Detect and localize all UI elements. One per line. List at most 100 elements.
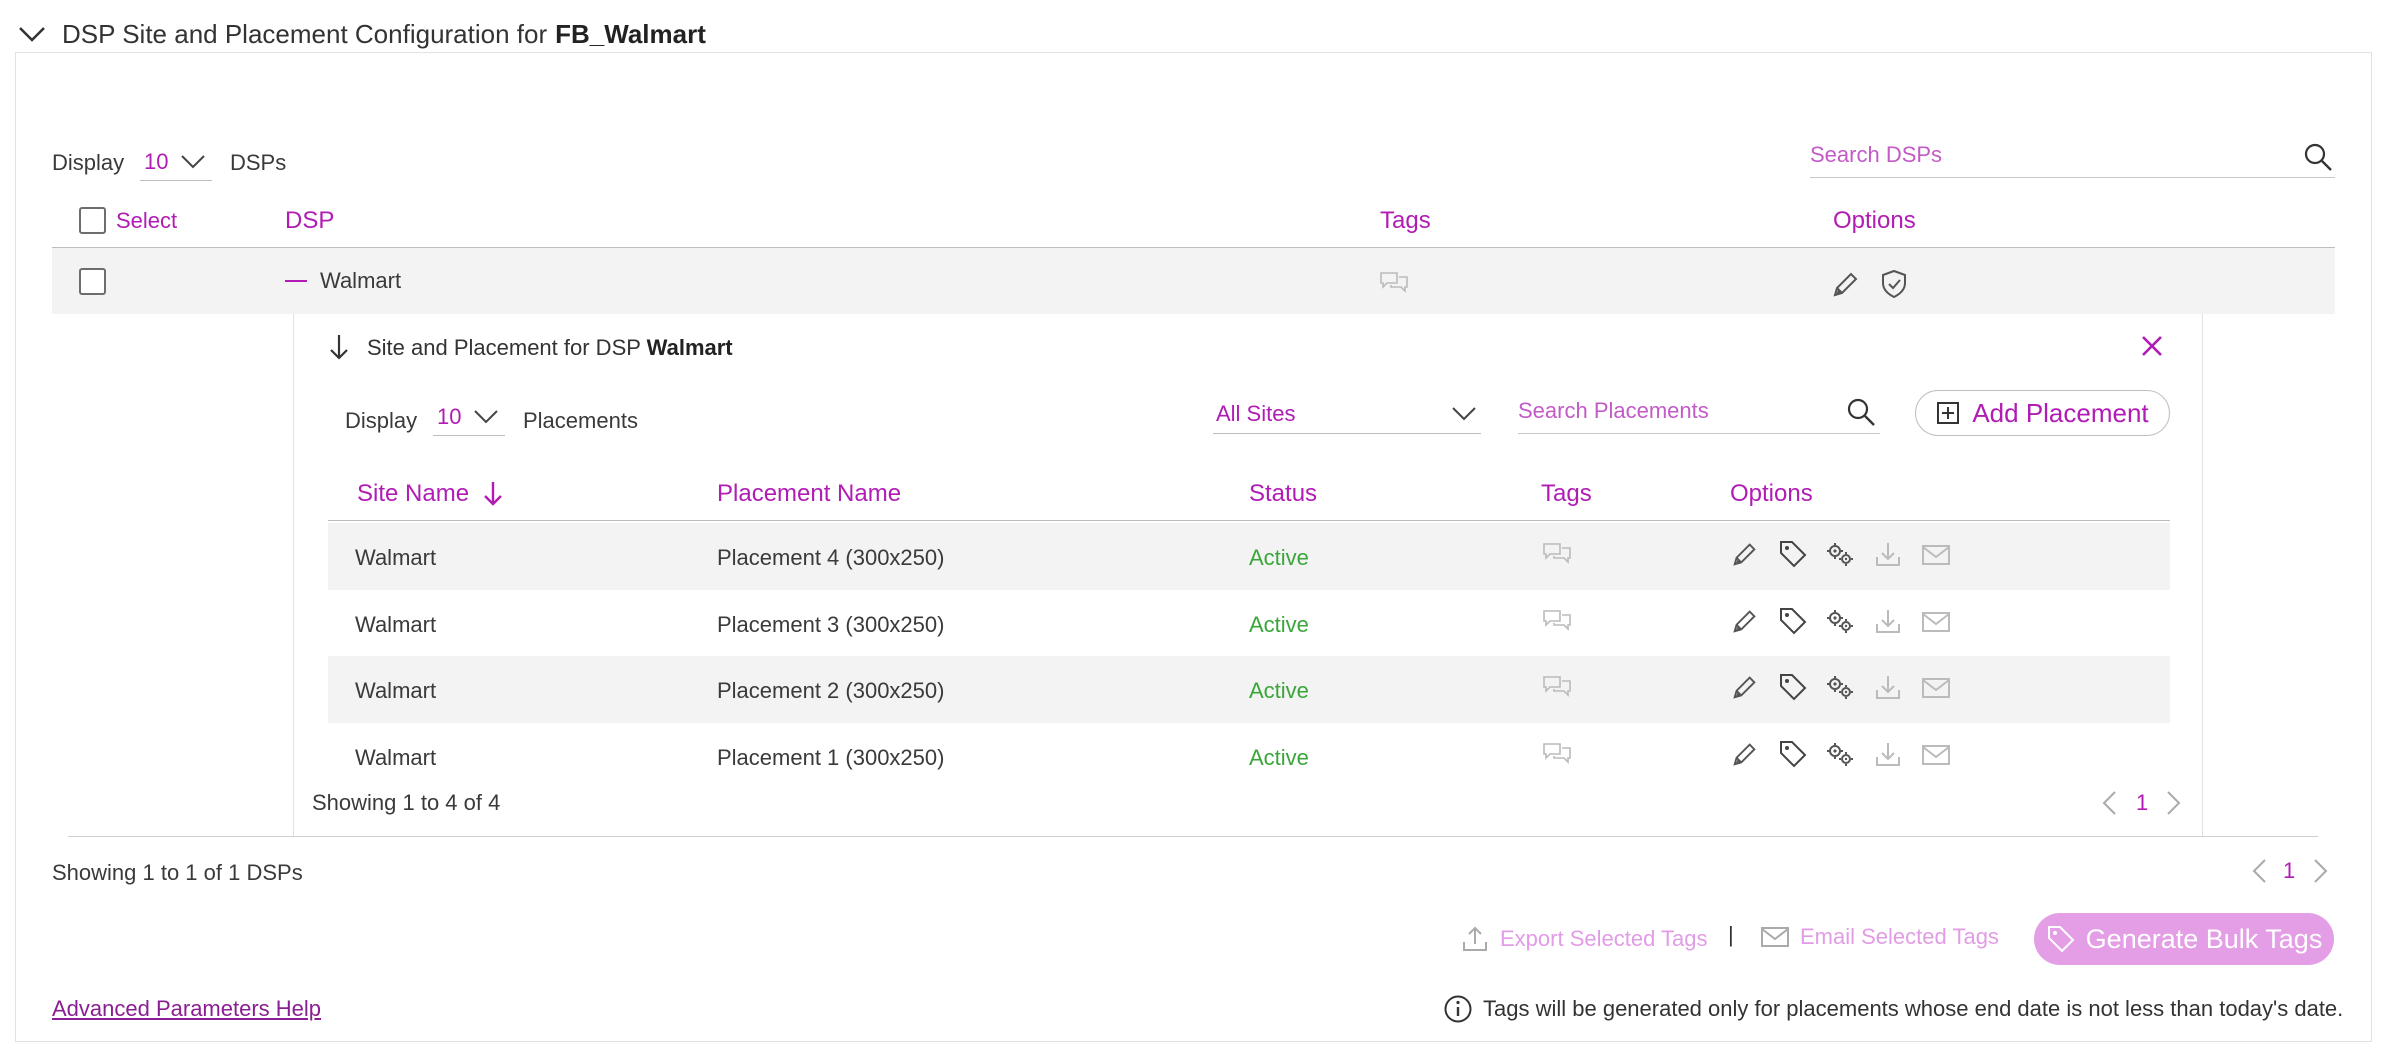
mail-icon[interactable] xyxy=(1921,609,1951,635)
advanced-parameters-help-link[interactable]: Advanced Parameters Help xyxy=(52,996,321,1022)
site-filter-value: All Sites xyxy=(1216,400,1296,426)
dsp-page-size-select[interactable]: 10 xyxy=(140,143,212,181)
mail-icon xyxy=(1760,924,1790,950)
add-placement-button[interactable]: Add Placement xyxy=(1915,390,2170,436)
export-selected-tags-button[interactable]: Export Selected Tags xyxy=(1460,924,1708,954)
tags-comment-icon[interactable] xyxy=(1541,608,1573,636)
placement-name-cell: Placement 4 (300x250) xyxy=(717,545,945,570)
table-row: Walmart Placement 2 (300x250) Active xyxy=(328,656,2170,723)
col-dsp-header[interactable]: DSP xyxy=(285,207,334,235)
info-note: Tags will be generated only for placemen… xyxy=(1443,994,2343,1024)
placements-page-number[interactable]: 1 xyxy=(2136,790,2148,816)
download-icon[interactable] xyxy=(1873,672,1903,702)
placement-name-cell: Placement 3 (300x250) xyxy=(717,611,945,637)
tags-comment-icon[interactable] xyxy=(1541,674,1573,702)
col-placement-tags-header: Tags xyxy=(1541,480,1592,507)
placement-name-cell: Placement 1 (300x250) xyxy=(717,744,945,770)
tags-comment-icon[interactable] xyxy=(1541,541,1573,569)
chevron-down-icon xyxy=(1451,405,1477,423)
export-selected-tags-label: Export Selected Tags xyxy=(1500,926,1708,951)
settings-gears-icon[interactable] xyxy=(1824,739,1856,769)
dsp-display-label: Display xyxy=(52,150,125,175)
table-row: Walmart Placement 3 (300x250) Active xyxy=(328,590,2170,657)
tag-icon[interactable] xyxy=(1778,606,1808,636)
edit-pencil-icon[interactable] xyxy=(1730,606,1760,636)
edit-pencil-icon[interactable] xyxy=(1730,672,1760,702)
edit-pencil-icon[interactable] xyxy=(1830,268,1862,300)
placements-page-size-select[interactable]: 10 xyxy=(433,398,505,436)
download-icon[interactable] xyxy=(1873,539,1903,569)
footer-separator: | xyxy=(1728,922,1734,947)
close-icon[interactable] xyxy=(2140,334,2164,358)
chevron-left-icon[interactable] xyxy=(2250,857,2270,885)
settings-gears-icon[interactable] xyxy=(1824,672,1856,702)
tag-icon[interactable] xyxy=(1778,739,1808,769)
placements-page-size-value: 10 xyxy=(437,403,462,429)
placements-showing-text: Showing 1 to 4 of 4 xyxy=(312,790,501,815)
chevron-right-icon[interactable] xyxy=(2310,857,2330,885)
arrow-down-icon xyxy=(327,332,351,362)
placements-title-bold: Walmart xyxy=(646,335,733,360)
status-cell: Active xyxy=(1249,611,1309,637)
tag-icon[interactable] xyxy=(1778,672,1808,702)
generate-bulk-tags-button[interactable]: Generate Bulk Tags xyxy=(2034,913,2334,965)
placements-header-divider xyxy=(328,520,2170,521)
email-selected-tags-button[interactable]: Email Selected Tags xyxy=(1760,924,1999,950)
row-checkbox[interactable] xyxy=(79,268,106,295)
plus-square-icon xyxy=(1936,401,1960,425)
placement-name-cell: Placement 2 (300x250) xyxy=(717,678,945,703)
site-name-cell: Walmart xyxy=(355,678,437,703)
col-options-header: Options xyxy=(1833,207,1916,234)
placements-title-prefix: Site and Placement for DSP xyxy=(367,335,641,360)
info-icon xyxy=(1443,994,1473,1024)
table-row: Walmart Placement 4 (300x250) Active xyxy=(328,523,2170,590)
col-status-header[interactable]: Status xyxy=(1249,480,1317,508)
tags-comment-icon[interactable] xyxy=(1541,741,1573,769)
section-title-bold: FB_Walmart xyxy=(555,18,706,49)
mail-icon[interactable] xyxy=(1921,542,1951,568)
tags-comment-icon[interactable] xyxy=(1378,270,1410,298)
placement-search-input[interactable] xyxy=(1518,392,1828,430)
select-all-checkbox[interactable] xyxy=(79,207,106,234)
mail-icon[interactable] xyxy=(1921,675,1951,701)
status-cell: Active xyxy=(1249,744,1309,770)
settings-gears-icon[interactable] xyxy=(1824,539,1856,569)
dsp-search-field[interactable] xyxy=(1810,136,2335,178)
col-site-name-header[interactable]: Site Name xyxy=(357,480,505,508)
add-placement-label: Add Placement xyxy=(1972,397,2149,428)
edit-pencil-icon[interactable] xyxy=(1730,739,1760,769)
dsp-page-number[interactable]: 1 xyxy=(2283,858,2295,884)
chevron-down-icon xyxy=(473,408,499,426)
col-select-header: Select xyxy=(116,208,178,233)
mail-icon[interactable] xyxy=(1921,742,1951,768)
shield-check-icon[interactable] xyxy=(1878,268,1910,300)
search-icon[interactable] xyxy=(1846,397,1876,427)
col-placement-name-header[interactable]: Placement Name xyxy=(717,480,901,508)
chevron-left-icon[interactable] xyxy=(2100,789,2120,817)
edit-pencil-icon[interactable] xyxy=(1730,539,1760,569)
placement-search-field[interactable] xyxy=(1518,392,1880,434)
sort-arrow-down-icon[interactable] xyxy=(481,480,505,508)
dsp-display-suffix: DSPs xyxy=(230,150,287,175)
site-name-cell: Walmart xyxy=(355,545,437,570)
chevron-down-icon xyxy=(180,153,206,171)
status-cell: Active xyxy=(1249,678,1309,703)
download-icon[interactable] xyxy=(1873,739,1903,769)
chevron-down-icon[interactable] xyxy=(12,14,52,54)
site-name-cell: Walmart xyxy=(355,611,437,637)
chevron-right-icon[interactable] xyxy=(2163,789,2183,817)
section-header[interactable]: DSP Site and Placement Configuration for… xyxy=(0,14,706,54)
tag-icon xyxy=(2046,924,2076,954)
email-selected-tags-label: Email Selected Tags xyxy=(1800,924,1999,949)
dsp-search-input[interactable] xyxy=(1810,136,2280,174)
download-icon[interactable] xyxy=(1873,606,1903,636)
placements-display-suffix: Placements xyxy=(523,408,638,433)
settings-gears-icon[interactable] xyxy=(1824,606,1856,636)
search-icon[interactable] xyxy=(2303,142,2333,172)
site-filter-select[interactable]: All Sites xyxy=(1213,394,1481,434)
tag-icon[interactable] xyxy=(1778,539,1808,569)
col-site-name-label: Site Name xyxy=(357,480,470,507)
info-note-text: Tags will be generated only for placemen… xyxy=(1483,996,2344,1021)
placements-title: Site and Placement for DSP Walmart xyxy=(367,335,733,361)
collapse-minus-icon[interactable] xyxy=(285,280,307,282)
